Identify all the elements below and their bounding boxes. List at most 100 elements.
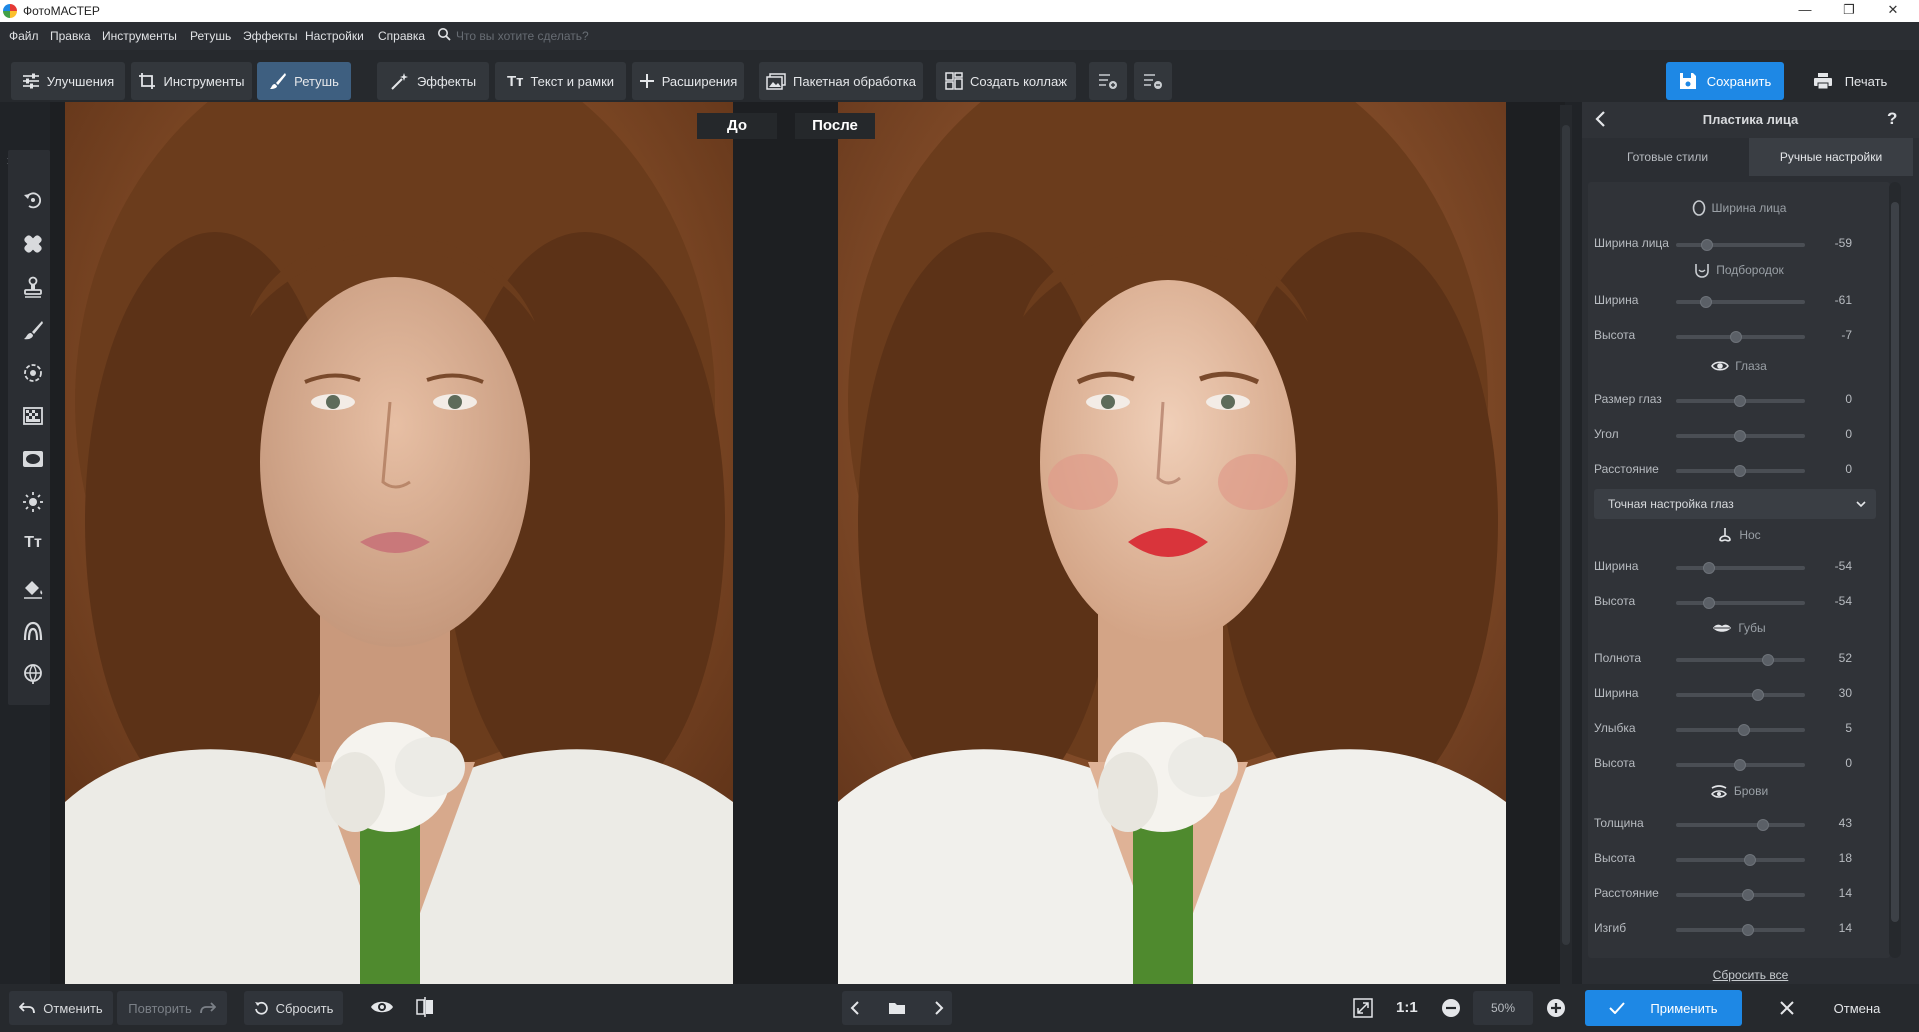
brow-thickness-slider[interactable] bbox=[1676, 823, 1805, 827]
slider-knob[interactable] bbox=[1734, 759, 1746, 771]
slider-knob[interactable] bbox=[1742, 924, 1754, 936]
photo-after[interactable] bbox=[838, 102, 1506, 984]
menu-help[interactable]: Справка bbox=[378, 29, 425, 43]
slider-knob[interactable] bbox=[1738, 724, 1750, 736]
tab-extensions[interactable]: Расширения bbox=[632, 62, 744, 100]
reset-icon bbox=[254, 1001, 268, 1015]
slider-knob[interactable] bbox=[1734, 430, 1746, 442]
brow-distance-slider[interactable] bbox=[1676, 893, 1805, 897]
save-button[interactable]: Сохранить bbox=[1666, 62, 1784, 100]
next-photo-icon[interactable] bbox=[934, 1001, 944, 1015]
slider-label: Ширина лица bbox=[1594, 236, 1669, 250]
tab-manual-settings[interactable]: Ручные настройки bbox=[1749, 138, 1913, 176]
zoom-level-field[interactable]: 50% bbox=[1473, 991, 1533, 1025]
brush-icon[interactable] bbox=[22, 319, 44, 341]
slider-knob[interactable] bbox=[1752, 689, 1764, 701]
reset-button[interactable]: Сбросить bbox=[244, 991, 343, 1025]
face-width-slider[interactable] bbox=[1676, 243, 1805, 247]
cancel-button[interactable]: Отмена bbox=[1750, 990, 1910, 1026]
vignette-icon[interactable] bbox=[22, 448, 44, 470]
lips-fullness-slider[interactable] bbox=[1676, 658, 1805, 662]
minimize-button[interactable]: — bbox=[1782, 0, 1828, 22]
nose-width-slider[interactable] bbox=[1676, 566, 1805, 570]
slider-knob[interactable] bbox=[1703, 597, 1715, 609]
light-icon[interactable] bbox=[22, 491, 44, 513]
slider-knob[interactable] bbox=[1744, 854, 1756, 866]
rotate-tool-icon[interactable] bbox=[22, 189, 44, 211]
close-window-button[interactable]: ✕ bbox=[1870, 0, 1916, 22]
tab-retouch[interactable]: Ретушь bbox=[257, 62, 351, 100]
menu-file[interactable]: Файл bbox=[9, 29, 39, 43]
reset-all-link[interactable]: Сбросить все bbox=[1582, 968, 1919, 982]
apply-button[interactable]: Применить bbox=[1585, 990, 1742, 1026]
menu-effects[interactable]: Эффекты bbox=[243, 29, 298, 43]
slider-knob[interactable] bbox=[1700, 296, 1712, 308]
search-icon bbox=[438, 28, 451, 41]
folder-icon[interactable] bbox=[888, 1001, 906, 1015]
gradient-icon[interactable] bbox=[22, 405, 44, 427]
text-icon[interactable]: Tт bbox=[22, 534, 44, 556]
print-button[interactable]: Печать bbox=[1790, 62, 1910, 100]
eye-preview-icon[interactable] bbox=[370, 999, 394, 1015]
tab-text-frames[interactable]: Tт Текст и рамки bbox=[495, 62, 626, 100]
face-icon[interactable] bbox=[22, 620, 44, 642]
slider-knob[interactable] bbox=[1730, 331, 1742, 343]
slider-knob[interactable] bbox=[1734, 465, 1746, 477]
slider-knob[interactable] bbox=[1757, 819, 1769, 831]
panel-scrollbar[interactable] bbox=[1889, 182, 1901, 958]
brush-icon bbox=[270, 73, 287, 89]
redo-button[interactable]: Повторить bbox=[117, 991, 227, 1025]
nose-height-slider[interactable] bbox=[1676, 601, 1805, 605]
menu-bar: Файл Правка Инструменты Ретушь Эффекты Н… bbox=[0, 22, 1919, 50]
tab-tools[interactable]: Инструменты bbox=[131, 62, 252, 100]
slider-label: Высота bbox=[1594, 328, 1636, 342]
photo-before[interactable] bbox=[65, 102, 733, 984]
prev-photo-icon[interactable] bbox=[850, 1001, 860, 1015]
slider-value: 52 bbox=[1838, 651, 1852, 665]
zoom-1-1-button[interactable]: 1:1 bbox=[1396, 999, 1418, 1016]
canvas-scrollbar[interactable] bbox=[1560, 105, 1572, 985]
slider-label: Толщина bbox=[1594, 816, 1644, 830]
tab-label: Инструменты bbox=[163, 73, 245, 89]
scroll-thumb[interactable] bbox=[1891, 202, 1899, 922]
slider-knob[interactable] bbox=[1734, 395, 1746, 407]
compare-split-icon[interactable] bbox=[415, 997, 435, 1017]
tab-enhancements[interactable]: Улучшения bbox=[11, 62, 125, 100]
create-collage-button[interactable]: Создать коллаж bbox=[936, 62, 1076, 100]
remove-favorite-tool-button[interactable] bbox=[1134, 62, 1172, 100]
menu-tools[interactable]: Инструменты bbox=[102, 29, 177, 43]
target-icon[interactable] bbox=[22, 362, 44, 384]
slider-knob[interactable] bbox=[1703, 562, 1715, 574]
globe-icon[interactable] bbox=[22, 663, 44, 685]
batch-label: Пакетная обработка bbox=[793, 73, 916, 89]
brow-curve-slider[interactable] bbox=[1676, 928, 1805, 932]
slider-value: -54 bbox=[1834, 594, 1852, 608]
fit-screen-icon[interactable] bbox=[1353, 998, 1373, 1018]
lips-width-slider[interactable] bbox=[1676, 693, 1805, 697]
fill-bucket-icon[interactable] bbox=[22, 577, 44, 599]
slider-label: Размер глаз bbox=[1594, 392, 1662, 406]
slider-label: Расстояние bbox=[1594, 462, 1659, 476]
maximize-button[interactable]: ❐ bbox=[1826, 0, 1872, 22]
slider-knob[interactable] bbox=[1742, 889, 1754, 901]
healing-patch-icon[interactable] bbox=[22, 233, 44, 255]
help-icon[interactable]: ? bbox=[1887, 109, 1897, 129]
search-input[interactable] bbox=[456, 27, 676, 45]
zoom-in-icon[interactable] bbox=[1546, 998, 1566, 1018]
tab-ready-styles[interactable]: Готовые стили bbox=[1586, 138, 1749, 176]
menu-edit[interactable]: Правка bbox=[50, 29, 91, 43]
brow-height-slider[interactable] bbox=[1676, 858, 1805, 862]
add-favorite-tool-button[interactable] bbox=[1089, 62, 1127, 100]
slider-knob[interactable] bbox=[1701, 239, 1713, 251]
menu-retouch[interactable]: Ретушь bbox=[190, 29, 231, 43]
slider-knob[interactable] bbox=[1762, 654, 1774, 666]
chin-width-slider[interactable] bbox=[1676, 300, 1805, 304]
undo-button[interactable]: Отменить bbox=[9, 991, 113, 1025]
menu-settings[interactable]: Настройки bbox=[305, 29, 364, 43]
stamp-icon[interactable] bbox=[22, 276, 44, 298]
zoom-out-icon[interactable] bbox=[1441, 998, 1461, 1018]
tab-effects[interactable]: Эффекты bbox=[377, 62, 489, 100]
batch-processing-button[interactable]: Пакетная обработка bbox=[759, 62, 923, 100]
eye-fine-tune-dropdown[interactable]: Точная настройка глаз bbox=[1594, 489, 1876, 519]
scroll-thumb[interactable] bbox=[1562, 125, 1570, 945]
